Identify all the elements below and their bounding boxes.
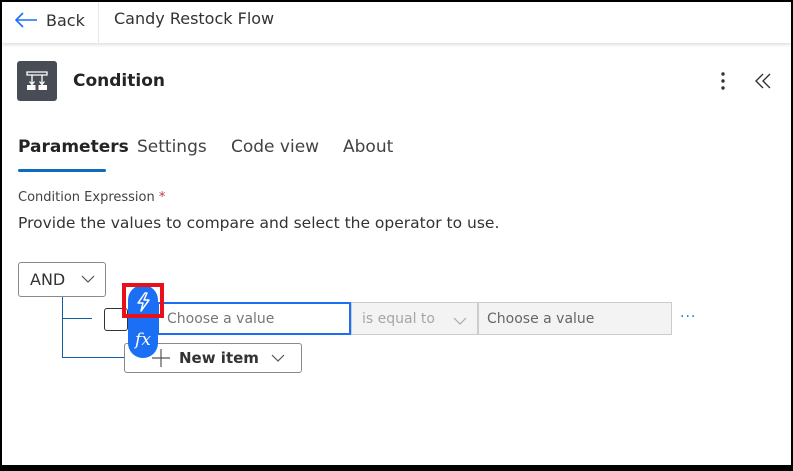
new-item-label: New item (179, 349, 259, 367)
flow-title: Candy Restock Flow (114, 9, 275, 28)
arrow-left-icon (14, 12, 37, 28)
tab-parameters[interactable]: Parameters (18, 137, 129, 157)
right-value-placeholder: Choose a value (487, 310, 595, 327)
left-value-placeholder: Choose a value (167, 310, 275, 327)
operator-value: is equal to (362, 310, 435, 327)
header-divider (98, 2, 99, 43)
condition-icon (17, 61, 57, 101)
fx-icon: fx (135, 330, 151, 350)
condition-description: Provide the values to compare and select… (18, 214, 500, 232)
tab-settings[interactable]: Settings (137, 137, 207, 157)
tab-code-view[interactable]: Code view (231, 137, 319, 157)
highlight-box (122, 283, 164, 318)
panel-title: Condition (73, 71, 165, 91)
back-label: Back (46, 10, 85, 30)
label-text: Condition Expression (18, 190, 155, 205)
back-button[interactable]: Back (14, 6, 85, 34)
tab-about[interactable]: About (343, 137, 393, 157)
expression-button[interactable]: fx (128, 326, 158, 354)
group-operator-dropdown[interactable]: AND (18, 262, 106, 297)
tree-line (62, 297, 63, 358)
right-value-input[interactable]: Choose a value (478, 302, 672, 335)
chevron-down-icon (271, 354, 285, 362)
more-vertical-icon[interactable] (716, 70, 730, 92)
condition-expression-label: Condition Expression * (18, 190, 165, 205)
chevron-down-icon (81, 275, 95, 283)
group-operator-value: AND (30, 270, 66, 289)
required-mark: * (158, 190, 166, 205)
row-more-button[interactable]: ··· (680, 309, 696, 325)
tree-line (62, 318, 92, 319)
chevron-down-icon (453, 317, 467, 325)
operator-dropdown[interactable]: is equal to (351, 302, 478, 335)
active-tab-indicator (18, 169, 106, 172)
chevron-double-left-icon[interactable] (754, 72, 772, 90)
tree-line (62, 357, 124, 358)
left-value-input[interactable]: Choose a value (157, 302, 351, 335)
